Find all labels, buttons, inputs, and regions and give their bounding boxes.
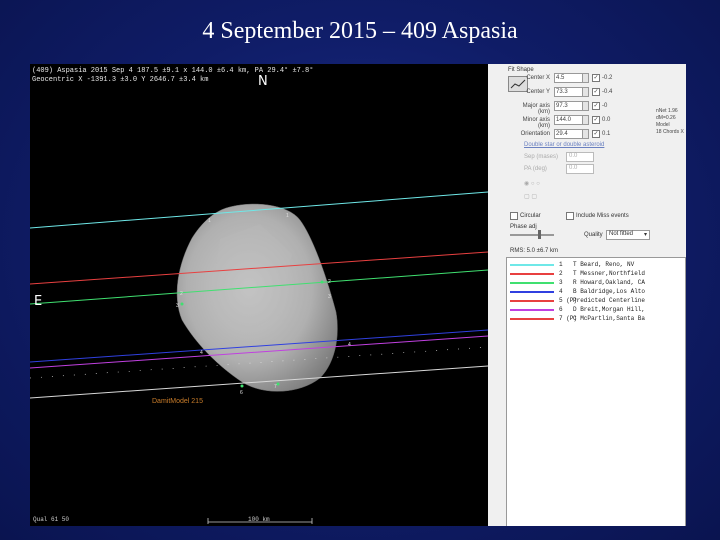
observer-name: R Howard,Oakland, CA xyxy=(573,279,646,286)
sep-label: Sep (mases) xyxy=(524,154,559,160)
legend-line-swatch xyxy=(510,264,554,266)
svg-text:2: 2 xyxy=(180,291,183,297)
fit-param-spinner[interactable] xyxy=(582,129,589,139)
svg-text:6: 6 xyxy=(240,390,243,396)
pa-input[interactable]: 0.0 xyxy=(566,164,594,174)
fit-param-checkbox[interactable]: ✓ xyxy=(592,130,600,138)
observer-name: T Beard, Reno, NV xyxy=(573,261,635,268)
observer-number: 3 xyxy=(559,279,563,286)
offset-row: ▢ ▢ xyxy=(524,194,538,200)
legend-line-swatch xyxy=(510,300,554,302)
include-misses-label: Include Miss events xyxy=(576,213,629,219)
svg-text:4: 4 xyxy=(348,342,351,348)
fit-param-delta: -0.2 xyxy=(602,75,613,81)
observer-legend: 1 T Beard, Reno, NV 2 T Messner,Northfield 3… xyxy=(506,257,686,526)
observer-legend-item: 5 (P) Predicted Centerline xyxy=(507,297,685,305)
include-misses-checkbox[interactable] xyxy=(566,212,574,220)
observer-name: T Messner,Northfield xyxy=(573,270,646,277)
fit-param-checkbox[interactable]: ✓ xyxy=(592,116,600,124)
circular-checkbox[interactable] xyxy=(510,212,518,220)
observer-name: Predicted Centerline xyxy=(573,297,646,304)
double-star-link[interactable]: Double star or double asteroid xyxy=(524,142,604,148)
fit-param-checkbox[interactable]: ✓ xyxy=(592,88,600,96)
slide-title: 4 September 2015 – 409 Aspasia xyxy=(202,18,518,44)
legend-line-swatch xyxy=(510,291,554,293)
east-label: E xyxy=(34,294,43,309)
fit-param-input[interactable]: 73.3 xyxy=(554,87,583,97)
north-label: N xyxy=(258,74,268,89)
observer-legend-item: 2 T Messner,Northfield xyxy=(507,270,685,278)
legend-line-swatch xyxy=(510,309,554,311)
chevron-down-icon: ▾ xyxy=(643,232,647,238)
svg-text:3: 3 xyxy=(176,303,179,309)
fit-param-spinner[interactable] xyxy=(582,101,589,111)
quality-label: Quality xyxy=(584,232,603,238)
legend-line-swatch xyxy=(510,282,554,284)
svg-text:1: 1 xyxy=(286,213,289,219)
observer-name: D Breit,Morgan Hill, xyxy=(573,306,646,313)
phase-slider[interactable] xyxy=(510,234,554,236)
fit-param-spinner[interactable] xyxy=(582,87,589,97)
observer-number: 2 xyxy=(559,270,563,277)
fit-param-label: Center Y xyxy=(526,89,550,95)
fit-param-spinner[interactable] xyxy=(582,73,589,83)
observer-name: B Baldridge,Los Alto xyxy=(573,288,646,295)
fit-param-input[interactable]: 4.5 xyxy=(554,73,583,83)
fit-param-label: Minor axis (km) xyxy=(522,117,550,129)
svg-text:7: 7 xyxy=(274,384,277,390)
svg-text:3: 3 xyxy=(328,294,331,300)
fit-control-panel: Fit Shape Center X 4.5 ✓ -0.2 Center Y 73.3 ✓ -… xyxy=(488,64,686,526)
legend-line-swatch xyxy=(510,273,554,275)
pa-label: PA (deg) xyxy=(524,166,547,172)
svg-text:1: 1 xyxy=(208,218,211,224)
svg-text:4: 4 xyxy=(200,350,203,356)
fit-param-delta: 0.1 xyxy=(602,131,611,137)
fit-param-spinner[interactable] xyxy=(582,115,589,125)
scale-bar-label: 100 km xyxy=(248,516,270,523)
phase-slider-thumb[interactable] xyxy=(538,230,541,239)
observer-name: C McPartlin,Santa Ba xyxy=(573,315,646,322)
plot-header-line-2: Geocentric X -1391.3 ±3.0 Y 2646.7 ±3.4 … xyxy=(32,76,209,84)
fit-param-checkbox[interactable]: ✓ xyxy=(592,102,600,110)
observer-legend-item: 7 (P) C McPartlin,Santa Ba xyxy=(507,315,685,323)
phase-label: Phase adj xyxy=(510,224,537,230)
observer-legend-item: 1 T Beard, Reno, NV xyxy=(507,261,685,269)
observer-legend-item: 3 R Howard,Oakland, CA xyxy=(507,279,685,287)
fit-options-row: ◉ ○ ○ xyxy=(524,181,540,187)
observer-number: 6 xyxy=(559,306,563,313)
observer-legend-item: 6 D Breit,Morgan Hill, xyxy=(507,306,685,314)
fit-param-label: Center X xyxy=(526,75,550,81)
fit-param-delta: 0.0 xyxy=(602,117,611,123)
observer-legend-item: 4 B Baldridge,Los Alto xyxy=(507,288,685,296)
fit-param-checkbox[interactable]: ✓ xyxy=(592,74,600,82)
model-label: DamitModel 215 xyxy=(152,398,203,405)
circular-label: Circular xyxy=(520,213,541,219)
rms-readout: RMS: 5.0 ±6.7 km xyxy=(510,248,558,254)
quality-select[interactable]: Not fitted ▾ xyxy=(606,230,650,240)
observer-number: 4 xyxy=(559,288,563,295)
sep-input[interactable]: 0.0 xyxy=(566,152,594,162)
occultation-plot[interactable]: 1 1 2 2 3 3 4 4 6 7 (409) Aspasia 2015 Sep 4 … xyxy=(30,64,488,526)
legend-line-swatch xyxy=(510,318,554,320)
fit-param-label: Major axis (km) xyxy=(522,103,550,115)
fit-param-delta: -0.4 xyxy=(602,89,613,95)
fit-shape-heading: Fit Shape xyxy=(508,67,534,73)
fit-param-delta: -0 xyxy=(602,103,608,109)
plot-canvas: 1 1 2 2 3 3 4 4 6 7 xyxy=(30,191,488,524)
fit-side-info: nNet 1.96 dM=0.26 Model 18 Chords X xyxy=(656,108,684,135)
quality-readout: Qual 61 50 xyxy=(33,516,70,523)
fit-param-input[interactable]: 29.4 xyxy=(554,129,583,139)
svg-text:2: 2 xyxy=(328,279,331,285)
fit-param-label: Orientation xyxy=(520,131,550,137)
fit-param-input[interactable]: 97.3 xyxy=(554,101,583,111)
fit-param-input[interactable]: 144.0 xyxy=(554,115,583,125)
observer-number: 1 xyxy=(559,261,563,268)
plot-header-line-1: (409) Aspasia 2015 Sep 4 187.5 ±9.1 x 14… xyxy=(32,67,314,75)
